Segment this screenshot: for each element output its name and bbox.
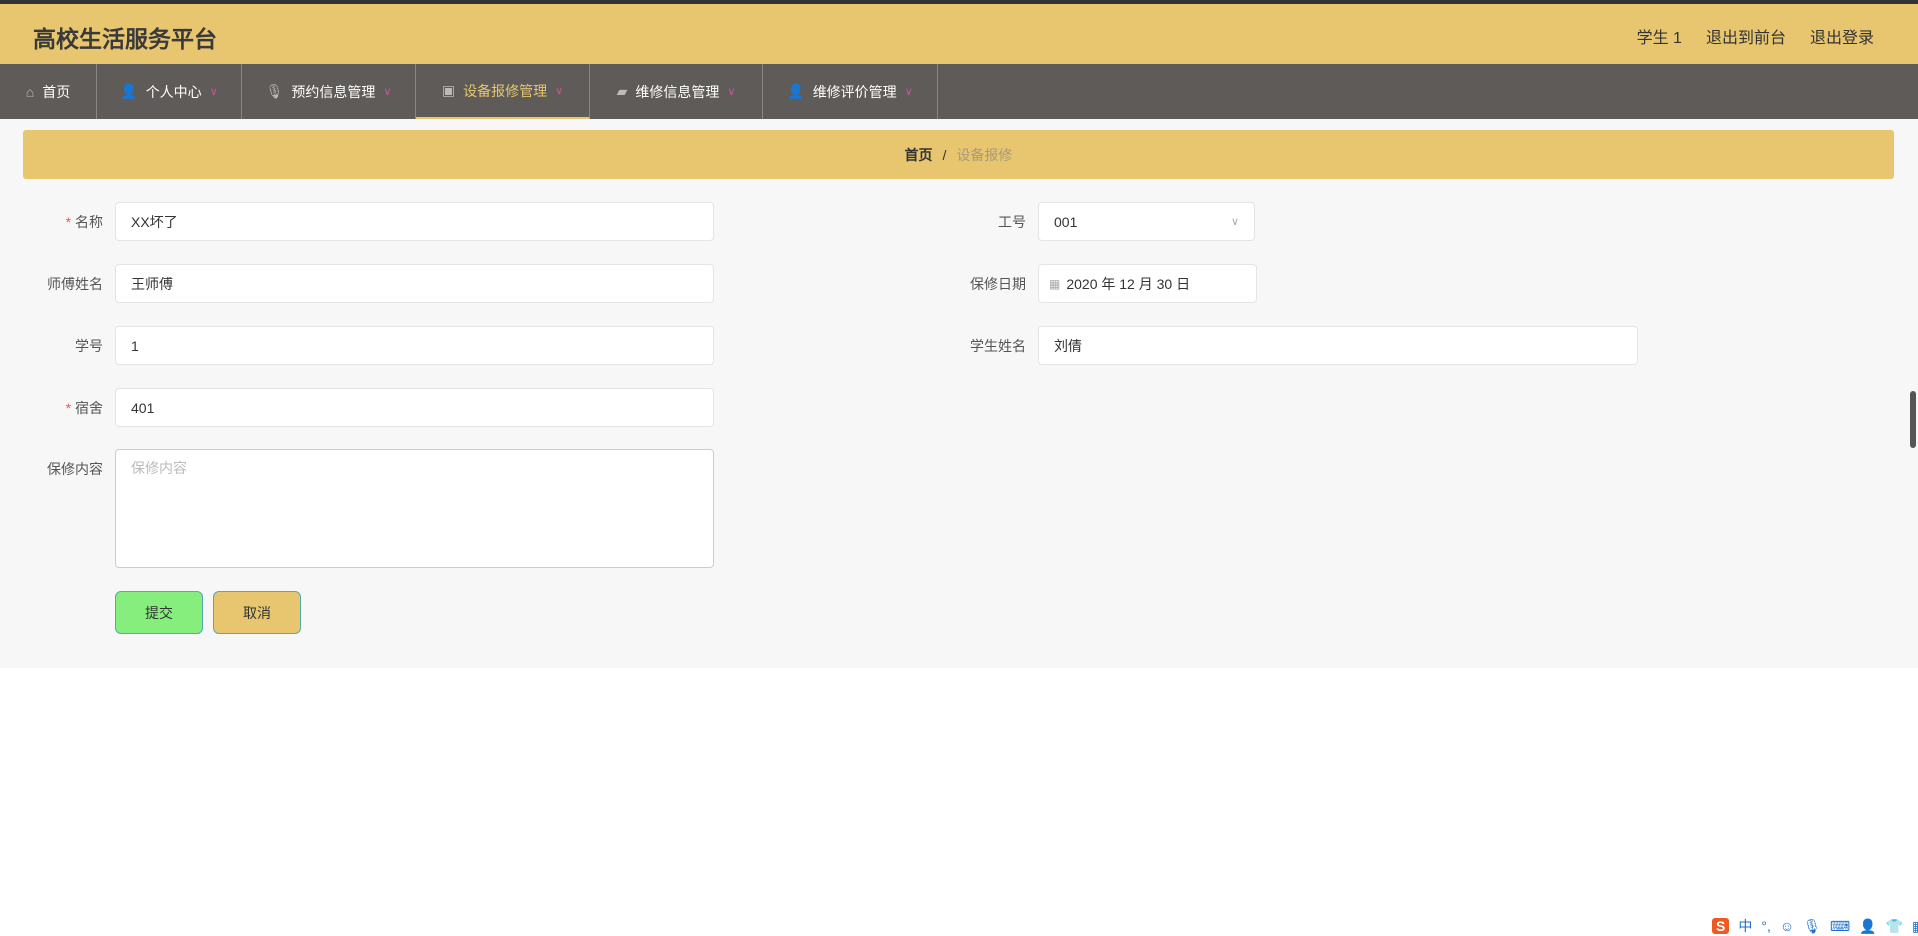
submit-button[interactable]: 提交 bbox=[115, 591, 203, 634]
breadcrumb-current: 设备报修 bbox=[956, 146, 1013, 163]
ime-toolbar[interactable]: S 中 °, ☺ 🎙 ⌨ 👤 👕 ▦ bbox=[1712, 916, 1918, 936]
nav-item-review[interactable]: 👤 维修评价管理 ∨ bbox=[763, 64, 938, 119]
label-text: 名称 bbox=[75, 214, 103, 230]
emoji-icon[interactable]: ☺ bbox=[1780, 918, 1794, 934]
header: 高校生活服务平台 学生 1 退出到前台 退出登录 bbox=[0, 0, 1918, 64]
user-icon: 👤 bbox=[120, 83, 138, 99]
site-title: 高校生活服务平台 bbox=[33, 26, 217, 52]
label-text: 宿舍 bbox=[75, 400, 103, 416]
dorm-label: * 宿舍 bbox=[3, 398, 103, 418]
student-name-label: 学生姓名 bbox=[970, 338, 1026, 354]
student-name-input[interactable]: 刘倩 bbox=[1038, 326, 1638, 365]
date-value: 2020 年 12 月 30 日 bbox=[1066, 275, 1191, 292]
chevron-down-icon: ∨ bbox=[383, 86, 392, 98]
wallet-icon: ▰ bbox=[616, 83, 628, 99]
breadcrumb-separator: / bbox=[942, 146, 947, 163]
breadcrumb-home[interactable]: 首页 bbox=[905, 145, 933, 165]
nav-label: 预约信息管理 bbox=[291, 83, 376, 100]
chevron-down-icon: ∨ bbox=[727, 86, 736, 98]
keyboard-icon[interactable]: ⌨ bbox=[1830, 918, 1850, 935]
logout-link[interactable]: 退出登录 bbox=[1810, 24, 1874, 48]
master-name-label: 师傅姓名 bbox=[47, 276, 103, 292]
nav-label: 设备报修管理 bbox=[463, 82, 548, 99]
breadcrumb: 首页 / 设备报修 bbox=[23, 130, 1894, 179]
grid-icon[interactable]: ▦ bbox=[1912, 918, 1918, 935]
exit-to-front-link[interactable]: 退出到前台 bbox=[1706, 24, 1786, 48]
dorm-input[interactable]: 401 bbox=[115, 388, 714, 427]
worker-id-label: 工号 bbox=[998, 214, 1026, 230]
ime-language[interactable]: 中 bbox=[1738, 916, 1752, 936]
scrollbar[interactable] bbox=[1910, 391, 1916, 448]
nav-label: 首页 bbox=[42, 83, 71, 100]
nav-label: 个人中心 bbox=[145, 83, 202, 100]
nav-item-reservation[interactable]: 🎙 预约信息管理 ∨ bbox=[242, 64, 416, 119]
required-mark: * bbox=[65, 400, 72, 416]
microphone-icon[interactable]: 🎙 bbox=[1803, 918, 1821, 935]
select-value: 001 bbox=[1054, 213, 1078, 230]
nav-menu: ⌂ 首页 👤 个人中心 ∨ 🎙 预约信息管理 ∨ ▣ 设备报修管理 ∨ ▰ 维修信息管理 ∨ 👤 维… bbox=[0, 64, 1918, 119]
required-mark: * bbox=[65, 214, 72, 230]
sogou-logo-icon: S bbox=[1712, 918, 1730, 934]
username-link[interactable]: 学生 1 bbox=[1637, 24, 1682, 48]
nav-item-repair-report[interactable]: ▣ 设备报修管理 ∨ bbox=[416, 64, 590, 119]
nav-label: 维修评价管理 bbox=[812, 83, 897, 100]
skin-icon[interactable]: 👕 bbox=[1886, 918, 1903, 935]
ime-punctuation[interactable]: °, bbox=[1761, 918, 1771, 934]
home-icon: ⌂ bbox=[25, 83, 35, 100]
repair-date-picker[interactable]: ▦ 2020 年 12 月 30 日 bbox=[1038, 264, 1257, 303]
nav-item-personal[interactable]: 👤 个人中心 ∨ bbox=[97, 64, 242, 119]
user-icon: 👤 bbox=[787, 83, 805, 99]
chevron-down-icon: ∨ bbox=[209, 86, 218, 98]
cancel-button[interactable]: 取消 bbox=[213, 591, 301, 634]
nav-label: 维修信息管理 bbox=[635, 83, 720, 100]
student-id-input[interactable]: 1 bbox=[115, 326, 714, 365]
name-input[interactable]: XX坏了 bbox=[115, 202, 714, 241]
worker-id-select[interactable]: 001 ∨ bbox=[1038, 202, 1255, 241]
user-icon[interactable]: 👤 bbox=[1859, 918, 1876, 935]
chevron-down-icon: ∨ bbox=[555, 85, 564, 97]
repair-date-label: 保修日期 bbox=[970, 276, 1026, 292]
content-label: 保修内容 bbox=[47, 461, 103, 477]
content-textarea[interactable]: 保修内容 bbox=[115, 449, 714, 568]
calendar-icon: ▦ bbox=[1049, 276, 1061, 291]
chevron-down-icon: ∨ bbox=[1230, 216, 1239, 228]
nav-item-repair-info[interactable]: ▰ 维修信息管理 ∨ bbox=[590, 64, 763, 119]
clipboard-icon: ▣ bbox=[441, 82, 456, 98]
chevron-down-icon: ∨ bbox=[904, 86, 913, 98]
student-id-label: 学号 bbox=[75, 338, 103, 354]
master-name-input[interactable]: 王师傅 bbox=[115, 264, 714, 303]
nav-item-home[interactable]: ⌂ 首页 bbox=[0, 64, 97, 119]
name-label: * 名称 bbox=[3, 212, 103, 232]
microphone-icon: 🎙 bbox=[265, 83, 284, 99]
